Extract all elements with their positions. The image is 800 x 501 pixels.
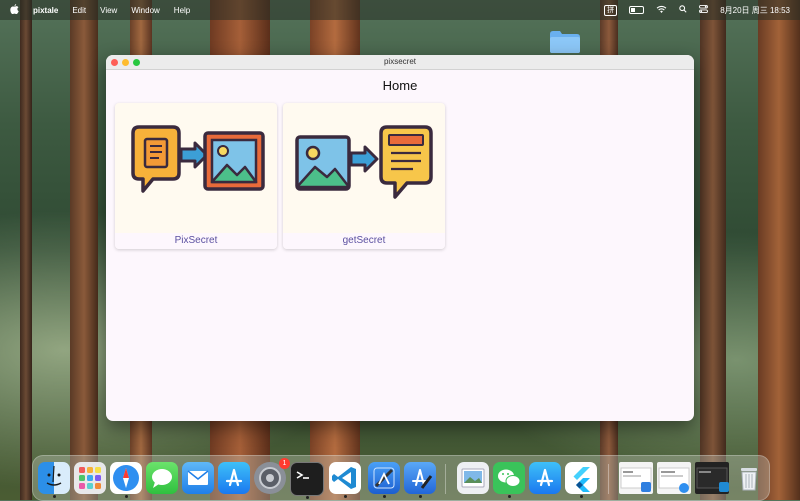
flutter-icon[interactable] (565, 462, 597, 498)
menu-view[interactable]: View (100, 6, 117, 15)
battery-icon[interactable] (629, 6, 645, 14)
text-to-image-icon (115, 103, 277, 233)
page-title: Home (382, 78, 418, 93)
menu-app-name[interactable]: pixtale (33, 6, 58, 15)
window-thumbnail-icon[interactable] (619, 462, 653, 494)
preview-icon[interactable] (457, 462, 489, 494)
image-to-text-icon (283, 103, 445, 233)
system-settings-icon[interactable]: 1 (254, 458, 290, 494)
xcode-icon[interactable] (368, 462, 400, 498)
tree-trunk (20, 0, 32, 500)
running-indicator (383, 495, 386, 498)
menu-bar: pixtale Edit View Window Help 拼 8月20日 周三… (0, 0, 800, 20)
desktop-folder-icon[interactable] (549, 30, 581, 54)
tree-trunk (700, 0, 726, 500)
launchpad-icon[interactable] (74, 462, 106, 494)
menu-window[interactable]: Window (131, 6, 159, 15)
finder-icon[interactable] (38, 462, 70, 498)
pixsecret-card[interactable]: PixSecret (115, 103, 277, 249)
running-indicator (580, 495, 583, 498)
trash-icon[interactable] (733, 462, 765, 494)
dock: 1 (32, 455, 770, 501)
window-thumbnail-icon[interactable] (695, 462, 729, 494)
app-store-icon[interactable] (218, 462, 250, 494)
notification-badge: 1 (279, 458, 290, 469)
window-thumbnail-icon[interactable] (657, 462, 691, 494)
running-indicator (125, 495, 128, 498)
running-indicator (306, 496, 309, 499)
mail-icon[interactable] (182, 462, 214, 494)
running-indicator (344, 495, 347, 498)
app-store-icon[interactable] (529, 462, 561, 494)
dock-separator (608, 464, 609, 494)
app-window: pixsecret Home PixSecret getSecret (106, 55, 694, 421)
menu-clock[interactable]: 8月20日 周三 18:53 (720, 5, 790, 16)
dock-separator (445, 464, 446, 494)
window-zoom-button[interactable] (133, 59, 140, 66)
instruments-icon[interactable] (404, 462, 436, 498)
spotlight-search-icon[interactable] (679, 5, 687, 15)
safari-icon[interactable] (110, 462, 142, 498)
wechat-icon[interactable] (493, 462, 525, 498)
card-grid: PixSecret getSecret (115, 103, 445, 249)
running-indicator (508, 495, 511, 498)
window-titlebar[interactable]: pixsecret (106, 55, 694, 70)
running-indicator (419, 495, 422, 498)
menu-help[interactable]: Help (174, 6, 190, 15)
tree-trunk (70, 0, 98, 500)
window-minimize-button[interactable] (122, 59, 129, 66)
menu-edit[interactable]: Edit (72, 6, 86, 15)
wifi-icon[interactable] (656, 5, 667, 15)
apple-icon[interactable] (10, 4, 19, 16)
tree-trunk (758, 0, 800, 500)
control-center-icon[interactable] (699, 5, 709, 15)
window-close-button[interactable] (111, 59, 118, 66)
window-title: pixsecret (383, 57, 416, 66)
vscode-icon[interactable] (329, 462, 361, 498)
running-indicator (53, 495, 56, 498)
getsecret-card-label: getSecret (283, 233, 445, 249)
getsecret-card[interactable]: getSecret (283, 103, 445, 249)
input-method-indicator[interactable]: 拼 (604, 4, 618, 16)
pixsecret-card-label: PixSecret (115, 233, 277, 249)
terminal-icon[interactable] (290, 462, 324, 499)
messages-icon[interactable] (146, 462, 178, 494)
